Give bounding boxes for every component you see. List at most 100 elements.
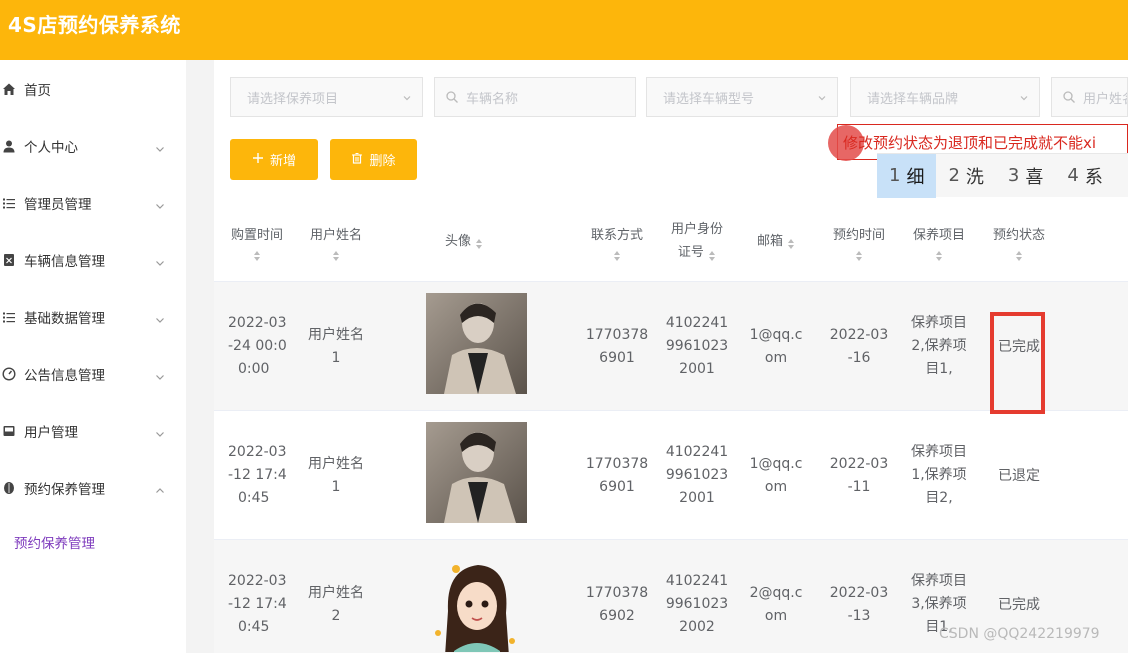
sidebar-subitem-appointment-maintenance[interactable]: 预约保养管理 xyxy=(14,532,95,552)
cell-user-name: 用户姓名 2 xyxy=(302,582,370,628)
cell-line: 2022-03 xyxy=(228,573,287,589)
cell-line: 2,保养项 xyxy=(911,338,967,354)
sort-icon[interactable] xyxy=(253,247,261,261)
column-header-status[interactable]: 预约状态 xyxy=(984,201,1054,281)
ime-candidate-text: 洗 xyxy=(965,166,984,188)
cell-user-name: 用户姓名 1 xyxy=(302,453,370,499)
sort-icon[interactable] xyxy=(935,247,943,261)
cell-line: -12 17:4 xyxy=(228,467,287,483)
cell-line: 2022-03 xyxy=(228,315,287,331)
avatar xyxy=(426,293,527,394)
cell-line: 1770378 xyxy=(585,456,649,472)
cell-line: 保养项目 xyxy=(911,315,967,331)
maintenance-item-placeholder: 请选择保养项目 xyxy=(247,91,339,107)
cell-line: 6901 xyxy=(599,350,635,366)
cell-line: 9961023 xyxy=(665,338,729,354)
cell-line: 2001 xyxy=(679,490,715,506)
maintenance-item-select[interactable]: 请选择保养项目 xyxy=(230,77,423,117)
user-name-input[interactable]: 用户姓名 xyxy=(1051,77,1128,117)
leaf-icon xyxy=(2,481,16,495)
cell-line: 6901 xyxy=(599,479,635,495)
cell-line: 4102241 xyxy=(665,573,729,589)
cell-line: 3,保养项 xyxy=(911,596,967,612)
user-icon xyxy=(2,139,16,153)
column-header-user-name[interactable]: 用户姓名 xyxy=(302,201,370,281)
cell-line: 1770378 xyxy=(585,327,649,343)
sidebar-item-user-management[interactable]: 用户管理 xyxy=(0,411,186,451)
cell-line: 2001 xyxy=(679,361,715,377)
chevron-down-icon xyxy=(817,92,827,107)
ime-candidate[interactable]: 4系 xyxy=(1055,154,1114,198)
vehicle-name-input[interactable]: 车辆名称 xyxy=(434,77,636,117)
cell-line: 0:45 xyxy=(238,490,270,506)
header-label: 保养项目 xyxy=(912,227,965,243)
sidebar-item-vehicle-info[interactable]: 车辆信息管理 xyxy=(0,240,186,280)
vehicle-brand-select[interactable]: 请选择车辆品牌 xyxy=(850,77,1040,117)
sidebar: 首页 个人中心 管理员管理 车辆信息管理 基础数据管理 公告信息管理 用户管理 … xyxy=(0,60,186,653)
sort-icon[interactable] xyxy=(708,247,716,261)
column-header-maintenance-item[interactable]: 保养项目 xyxy=(904,201,974,281)
cell-line: 0:00 xyxy=(238,361,270,377)
ime-candidate[interactable]: 3喜 xyxy=(996,154,1055,198)
cell-line: 1770378 xyxy=(585,585,649,601)
sidebar-item-announcements[interactable]: 公告信息管理 xyxy=(0,354,186,394)
column-header-appointment-time[interactable]: 预约时间 xyxy=(824,201,894,281)
delete-button-label: 删除 xyxy=(369,154,396,169)
ime-candidate-number: 2 xyxy=(948,165,960,186)
delete-button[interactable]: 删除 xyxy=(330,139,417,180)
header-label: 预约状态 xyxy=(992,227,1045,243)
sort-icon[interactable] xyxy=(787,235,795,249)
chevron-down-icon xyxy=(154,368,166,380)
sidebar-item-personal-center[interactable]: 个人中心 xyxy=(0,126,186,166)
list-icon xyxy=(2,310,16,324)
cell-line: 保养项目 xyxy=(911,444,967,460)
sort-icon[interactable] xyxy=(613,247,621,261)
cell-line: 9961023 xyxy=(665,467,729,483)
plus-icon xyxy=(252,152,264,168)
vehicle-model-select[interactable]: 请选择车辆型号 xyxy=(646,77,838,117)
tray-icon xyxy=(2,424,16,438)
sidebar-item-basic-data[interactable]: 基础数据管理 xyxy=(0,297,186,337)
search-icon xyxy=(1062,90,1076,108)
cell-line: om xyxy=(764,608,788,624)
cell-line: 6902 xyxy=(599,608,635,624)
sidebar-item-appointment-maintenance[interactable]: 预约保养管理 xyxy=(0,468,186,508)
cell-user-name: 用户姓名 1 xyxy=(302,324,370,370)
cell-contact: 1770378 6901 xyxy=(582,453,652,499)
column-header-purchase-time[interactable]: 购置时间 xyxy=(220,201,294,281)
header-label: 购置时间 xyxy=(230,227,283,243)
cell-line: 目2, xyxy=(925,490,953,506)
sort-icon[interactable] xyxy=(1015,247,1023,261)
header-label: 联系方式 xyxy=(590,227,643,243)
ime-candidate[interactable]: 2洗 xyxy=(936,154,995,198)
cell-line: 用户姓名 xyxy=(308,585,364,601)
column-header-avatar[interactable]: 头像 xyxy=(414,201,514,281)
ime-candidate[interactable]: 1细 xyxy=(877,153,937,198)
table-header: 购置时间 用户姓名 头像 联系方式 用户身份 证号 邮箱 预约时间 保养项目 预… xyxy=(214,201,1128,281)
sort-icon[interactable] xyxy=(475,235,483,249)
column-header-email[interactable]: 邮箱 xyxy=(746,201,806,281)
sort-icon[interactable] xyxy=(332,247,340,261)
header-label: 头像 xyxy=(444,233,471,249)
chevron-up-icon xyxy=(154,482,166,494)
ime-candidate-text: 细 xyxy=(906,166,925,188)
cell-appointment-time: 2022-03 -16 xyxy=(824,324,894,370)
user-name-placeholder: 用户姓名 xyxy=(1083,91,1127,107)
cell-email: 1@qq.c om xyxy=(746,453,806,499)
sidebar-item-label: 基础数据管理 xyxy=(24,311,105,327)
sidebar-item-admin-management[interactable]: 管理员管理 xyxy=(0,183,186,223)
add-button[interactable]: 新增 xyxy=(230,139,318,180)
cell-contact: 1770378 6901 xyxy=(582,324,652,370)
home-icon xyxy=(2,82,16,96)
column-header-contact[interactable]: 联系方式 xyxy=(582,201,652,281)
main-content: 请选择保养项目 车辆名称 请选择车辆型号 请选择车辆品牌 用户姓名 新增 删除 … xyxy=(214,60,1128,653)
sidebar-item-home[interactable]: 首页 xyxy=(0,69,186,109)
vehicle-model-placeholder: 请选择车辆型号 xyxy=(663,91,755,107)
cell-line: -24 00:0 xyxy=(228,338,287,354)
sort-icon[interactable] xyxy=(855,247,863,261)
column-header-id-number[interactable]: 用户身份 证号 xyxy=(662,201,732,281)
table-row[interactable]: 2022-03 -12 17:4 0:45 用户姓名 1 1770378 690… xyxy=(214,410,1128,539)
cell-line: -12 17:4 xyxy=(228,596,287,612)
cell-contact: 1770378 6902 xyxy=(582,582,652,628)
watermark: CSDN @QQ242219979 xyxy=(939,626,1100,642)
